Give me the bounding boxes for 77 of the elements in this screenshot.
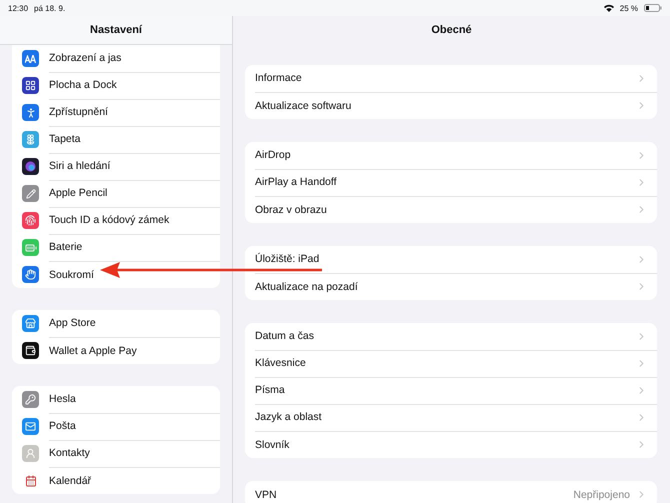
row-label: App Store: [49, 317, 97, 329]
row-label: Úložiště: iPad: [255, 253, 320, 265]
row-label: Apple Pencil: [49, 187, 108, 199]
status-time: 12:30: [8, 4, 28, 12]
row-label: Zpřístupnění: [49, 106, 109, 118]
row-label: Plocha a Dock: [49, 79, 118, 91]
wallet-icon: [22, 342, 39, 359]
settings-row[interactable]: VPN Nepřipojeno: [245, 481, 657, 503]
settings-row[interactable]: Aktualizace na pozadí: [245, 273, 657, 300]
row-value: Nepřipojeno: [573, 488, 630, 500]
text-size-icon: [22, 50, 39, 67]
page-title: Obecné: [431, 24, 472, 36]
row-label: Touch ID a kódový zámek: [49, 214, 170, 226]
contact-icon: [22, 445, 39, 462]
row-label: AirPlay a Handoff: [255, 176, 338, 188]
settings-row[interactable]: AirDrop: [245, 142, 657, 169]
settings-row[interactable]: AirPlay a Handoff: [245, 169, 657, 196]
hand-icon: [22, 266, 39, 283]
settings-row[interactable]: Slovník: [245, 431, 657, 458]
wifi-icon: [604, 4, 614, 12]
flower-icon: [22, 131, 39, 148]
settings-row[interactable]: Kontakty: [12, 440, 220, 467]
row-label: Tapeta: [49, 133, 82, 145]
fingerprint-icon: [22, 212, 39, 229]
settings-row[interactable]: Touch ID a kódový zámek: [12, 207, 220, 234]
row-label: Datum a čas: [255, 330, 315, 342]
settings-row[interactable]: Datum a čas: [245, 323, 657, 350]
row-label: Zobrazení a jas: [49, 52, 122, 64]
settings-row[interactable]: Obraz v obrazu: [245, 196, 657, 223]
accessibility-icon: [22, 104, 39, 121]
battery-icon: [644, 4, 662, 12]
row-label: Wallet a Apple Pay: [49, 344, 138, 356]
settings-row[interactable]: Klávesnice: [245, 350, 657, 377]
sidebar-title: Nastavení: [90, 24, 142, 36]
settings-row[interactable]: Informace: [245, 65, 657, 92]
settings-row[interactable]: Pošta: [12, 413, 220, 440]
row-label: Soukromí: [49, 268, 95, 280]
row-label: Hesla: [49, 393, 77, 405]
row-label: Aktualizace na pozadí: [255, 280, 359, 292]
settings-row[interactable]: Plocha a Dock: [12, 72, 220, 99]
settings-row[interactable]: Siri a hledání: [12, 153, 220, 180]
row-label: Baterie: [49, 241, 84, 253]
settings-row[interactable]: Apple Pencil: [12, 180, 220, 207]
key-icon: [22, 391, 39, 408]
battery-icon: [22, 239, 39, 256]
battery-percent: 25 %: [620, 4, 638, 12]
settings-row[interactable]: Aktualizace softwaru: [245, 92, 657, 119]
mail-icon: [22, 418, 39, 435]
row-label: VPN: [255, 488, 278, 500]
row-label: Jazyk a oblast: [255, 411, 323, 423]
row-label: Písma: [255, 384, 286, 396]
row-label: Informace: [255, 72, 303, 84]
settings-row[interactable]: Tapeta: [12, 126, 220, 153]
settings-row[interactable]: Hesla: [12, 386, 220, 413]
row-label: Kalendář: [49, 474, 92, 486]
settings-row[interactable]: Kalendář: [12, 467, 220, 494]
grid-icon: [22, 77, 39, 94]
settings-row[interactable]: Jazyk a oblast: [245, 404, 657, 431]
row-label: Pošta: [49, 420, 77, 432]
row-label: Slovník: [255, 438, 290, 450]
settings-row[interactable]: Baterie: [12, 234, 220, 261]
settings-row[interactable]: Písma: [245, 377, 657, 404]
settings-row[interactable]: Úložiště: iPad: [245, 246, 657, 273]
row-label: Aktualizace softwaru: [255, 100, 352, 112]
settings-row[interactable]: Zpřístupnění: [12, 99, 220, 126]
settings-row[interactable]: Wallet a Apple Pay: [12, 337, 220, 364]
row-label: Obraz v obrazu: [255, 204, 328, 216]
settings-row[interactable]: Zobrazení a jas: [12, 45, 220, 72]
pencil-icon: [22, 185, 39, 202]
app-store-icon: [22, 315, 39, 332]
row-label: Klávesnice: [255, 357, 307, 369]
row-label: Kontakty: [49, 447, 91, 459]
orb-icon: [22, 158, 39, 175]
settings-row[interactable]: App Store: [12, 310, 220, 337]
row-label: Siri a hledání: [49, 160, 112, 172]
row-label: AirDrop: [255, 149, 292, 161]
status-date: pá 18. 9.: [34, 4, 66, 12]
